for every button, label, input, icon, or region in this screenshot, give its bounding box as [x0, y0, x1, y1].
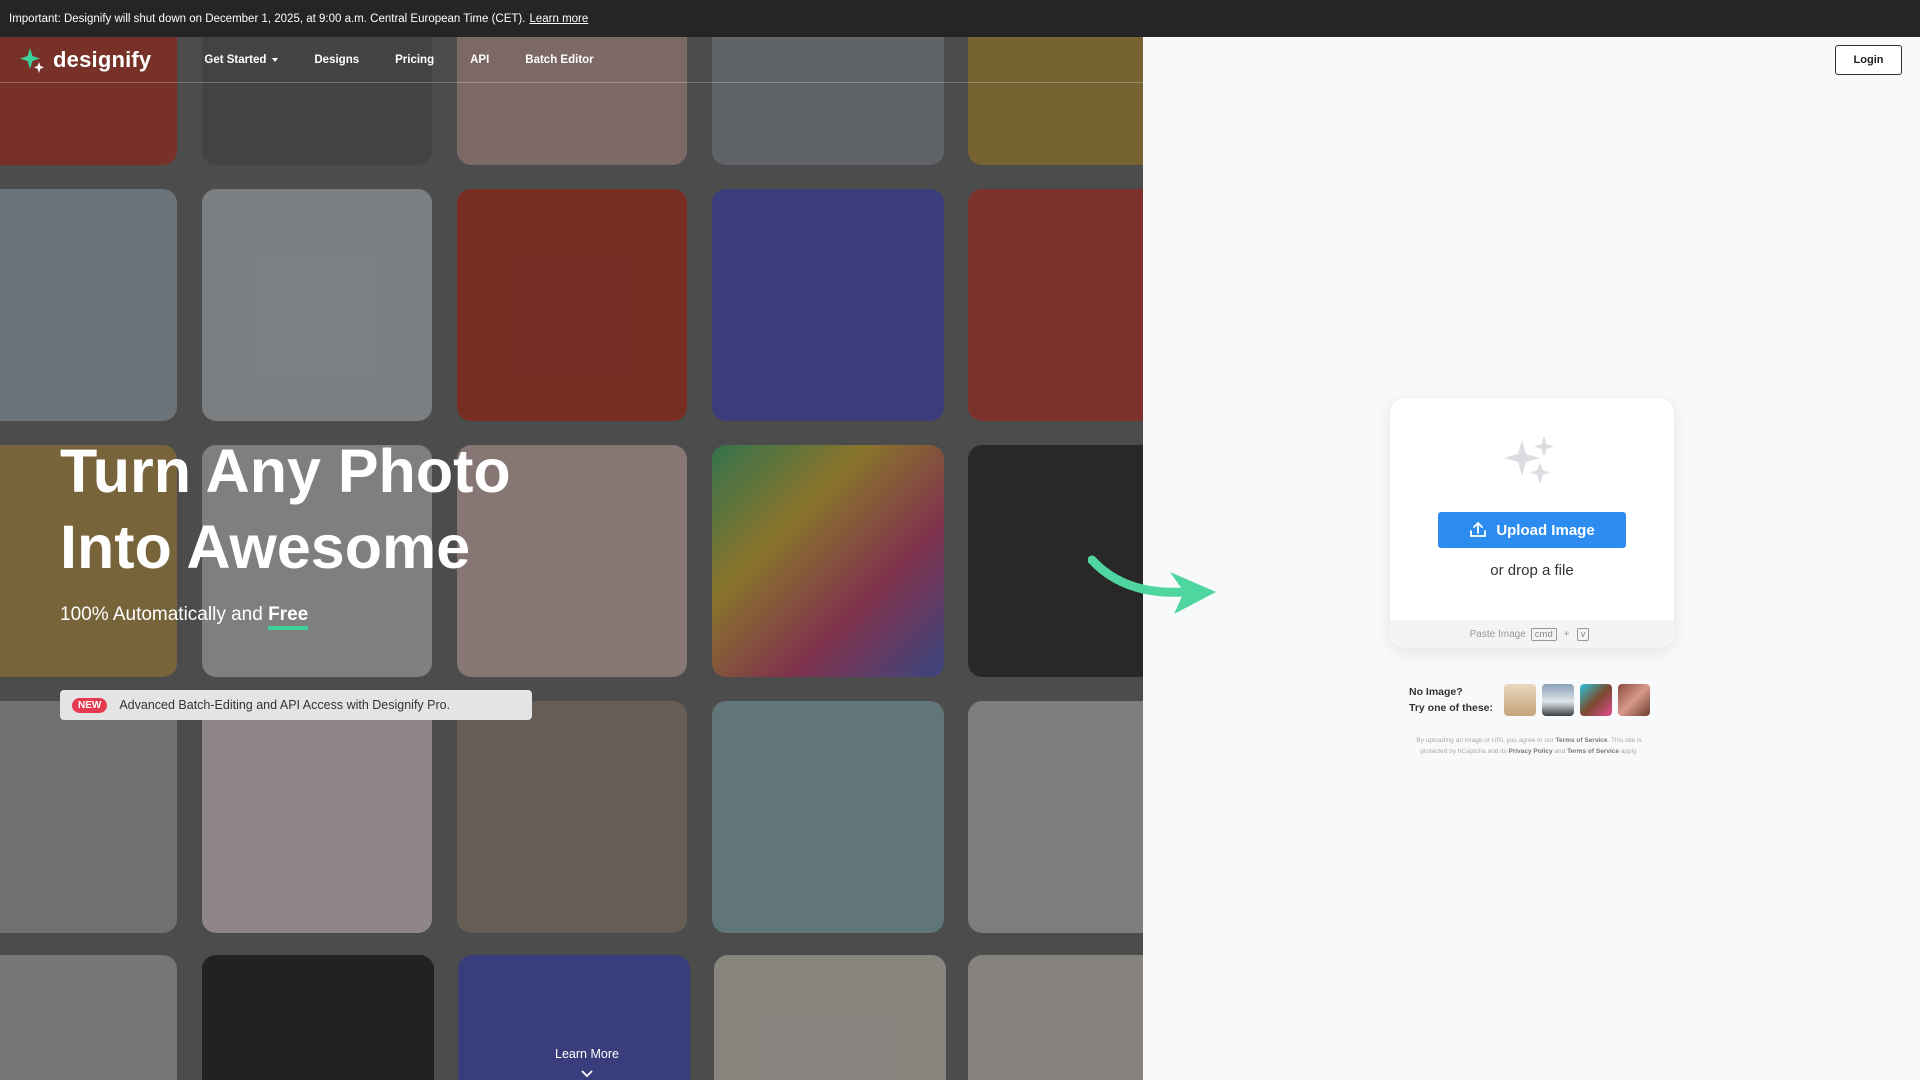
legal-notice: By uploading an image or URL you agree t…: [1404, 735, 1654, 757]
hero-title: Turn Any Photo Into Awesome: [60, 433, 511, 585]
privacy-policy-link[interactable]: Privacy Policy: [1509, 748, 1553, 755]
arrow-right-icon: [1088, 555, 1216, 614]
sample-images-label: No Image? Try one of these:: [1409, 684, 1493, 716]
sample-thumb-portrait[interactable]: [1618, 684, 1651, 716]
sample-label-line-2: Try one of these:: [1409, 702, 1494, 714]
sample-thumb-person[interactable]: [1580, 684, 1613, 716]
sample-thumb-product[interactable]: [1504, 684, 1537, 716]
nav-get-started[interactable]: Get Started: [204, 53, 279, 66]
promo-text: Advanced Batch-Editing and API Access wi…: [119, 698, 451, 712]
pro-promo-banner[interactable]: NEW Advanced Batch-Editing and API Acces…: [60, 690, 532, 720]
upload-card[interactable]: Upload Image or drop a file Paste Image …: [1390, 398, 1674, 648]
nav-api[interactable]: API: [470, 54, 489, 66]
v-key: v: [1576, 627, 1590, 641]
hero-panel: designify Get Started Designs Pricing AP…: [0, 37, 1143, 1080]
announcement-bar: Important: Designify will shut down on D…: [0, 0, 1920, 37]
paste-image-hint: Paste Image cmd + v: [1390, 620, 1674, 648]
nav-get-started-label: Get Started: [204, 53, 267, 66]
sparkle-icon: [1504, 436, 1554, 484]
caret-down-icon: [272, 57, 279, 62]
sample-label-line-1: No Image?: [1409, 686, 1463, 698]
logo[interactable]: designify: [17, 45, 151, 75]
hero-title-line-2: Into Awesome: [60, 513, 471, 581]
announcement-learn-more-link[interactable]: Learn more: [529, 13, 588, 25]
login-button[interactable]: Login: [1835, 45, 1902, 75]
terms-link[interactable]: Terms of Service: [1556, 737, 1608, 744]
paste-image-label: Paste Image: [1469, 628, 1526, 640]
learn-more-label: Learn More: [555, 1047, 619, 1061]
nav-designs[interactable]: Designs: [314, 54, 359, 66]
new-badge: NEW: [72, 697, 108, 713]
drop-file-text: or drop a file: [1490, 562, 1574, 579]
plus-sign: +: [1563, 628, 1570, 640]
top-nav: designify Get Started Designs Pricing AP…: [0, 37, 1143, 83]
legal-text-3: apply.: [1620, 748, 1638, 755]
announcement-text: Important: Designify will shut down on D…: [9, 12, 526, 25]
sample-thumb-car[interactable]: [1542, 684, 1575, 716]
chevron-down-icon: [581, 1070, 593, 1078]
hero-subtitle-free: Free: [268, 604, 309, 630]
terms-link-2[interactable]: Terms of Service: [1567, 748, 1619, 755]
sparkle-logo-icon: [20, 47, 44, 73]
hero-subtitle: 100% Automatically and Free: [60, 604, 309, 630]
nav-pricing[interactable]: Pricing: [395, 54, 434, 66]
logo-text: designify: [53, 46, 152, 72]
hero-title-line-1: Turn Any Photo: [60, 437, 511, 505]
legal-text-1: By uploading an image or URL you agree t…: [1416, 737, 1554, 744]
sample-images: No Image? Try one of these:: [1409, 684, 1656, 716]
upload-image-button[interactable]: Upload Image: [1438, 512, 1626, 548]
upload-image-label: Upload Image: [1496, 521, 1595, 539]
learn-more-link[interactable]: Learn More: [550, 1047, 624, 1080]
upload-icon: [1470, 521, 1487, 537]
legal-text-and: and: [1554, 748, 1566, 755]
nav-batch-editor[interactable]: Batch Editor: [525, 54, 593, 66]
cmd-key: cmd: [1530, 627, 1557, 641]
hero-subtitle-text: 100% Automatically and: [60, 604, 263, 625]
